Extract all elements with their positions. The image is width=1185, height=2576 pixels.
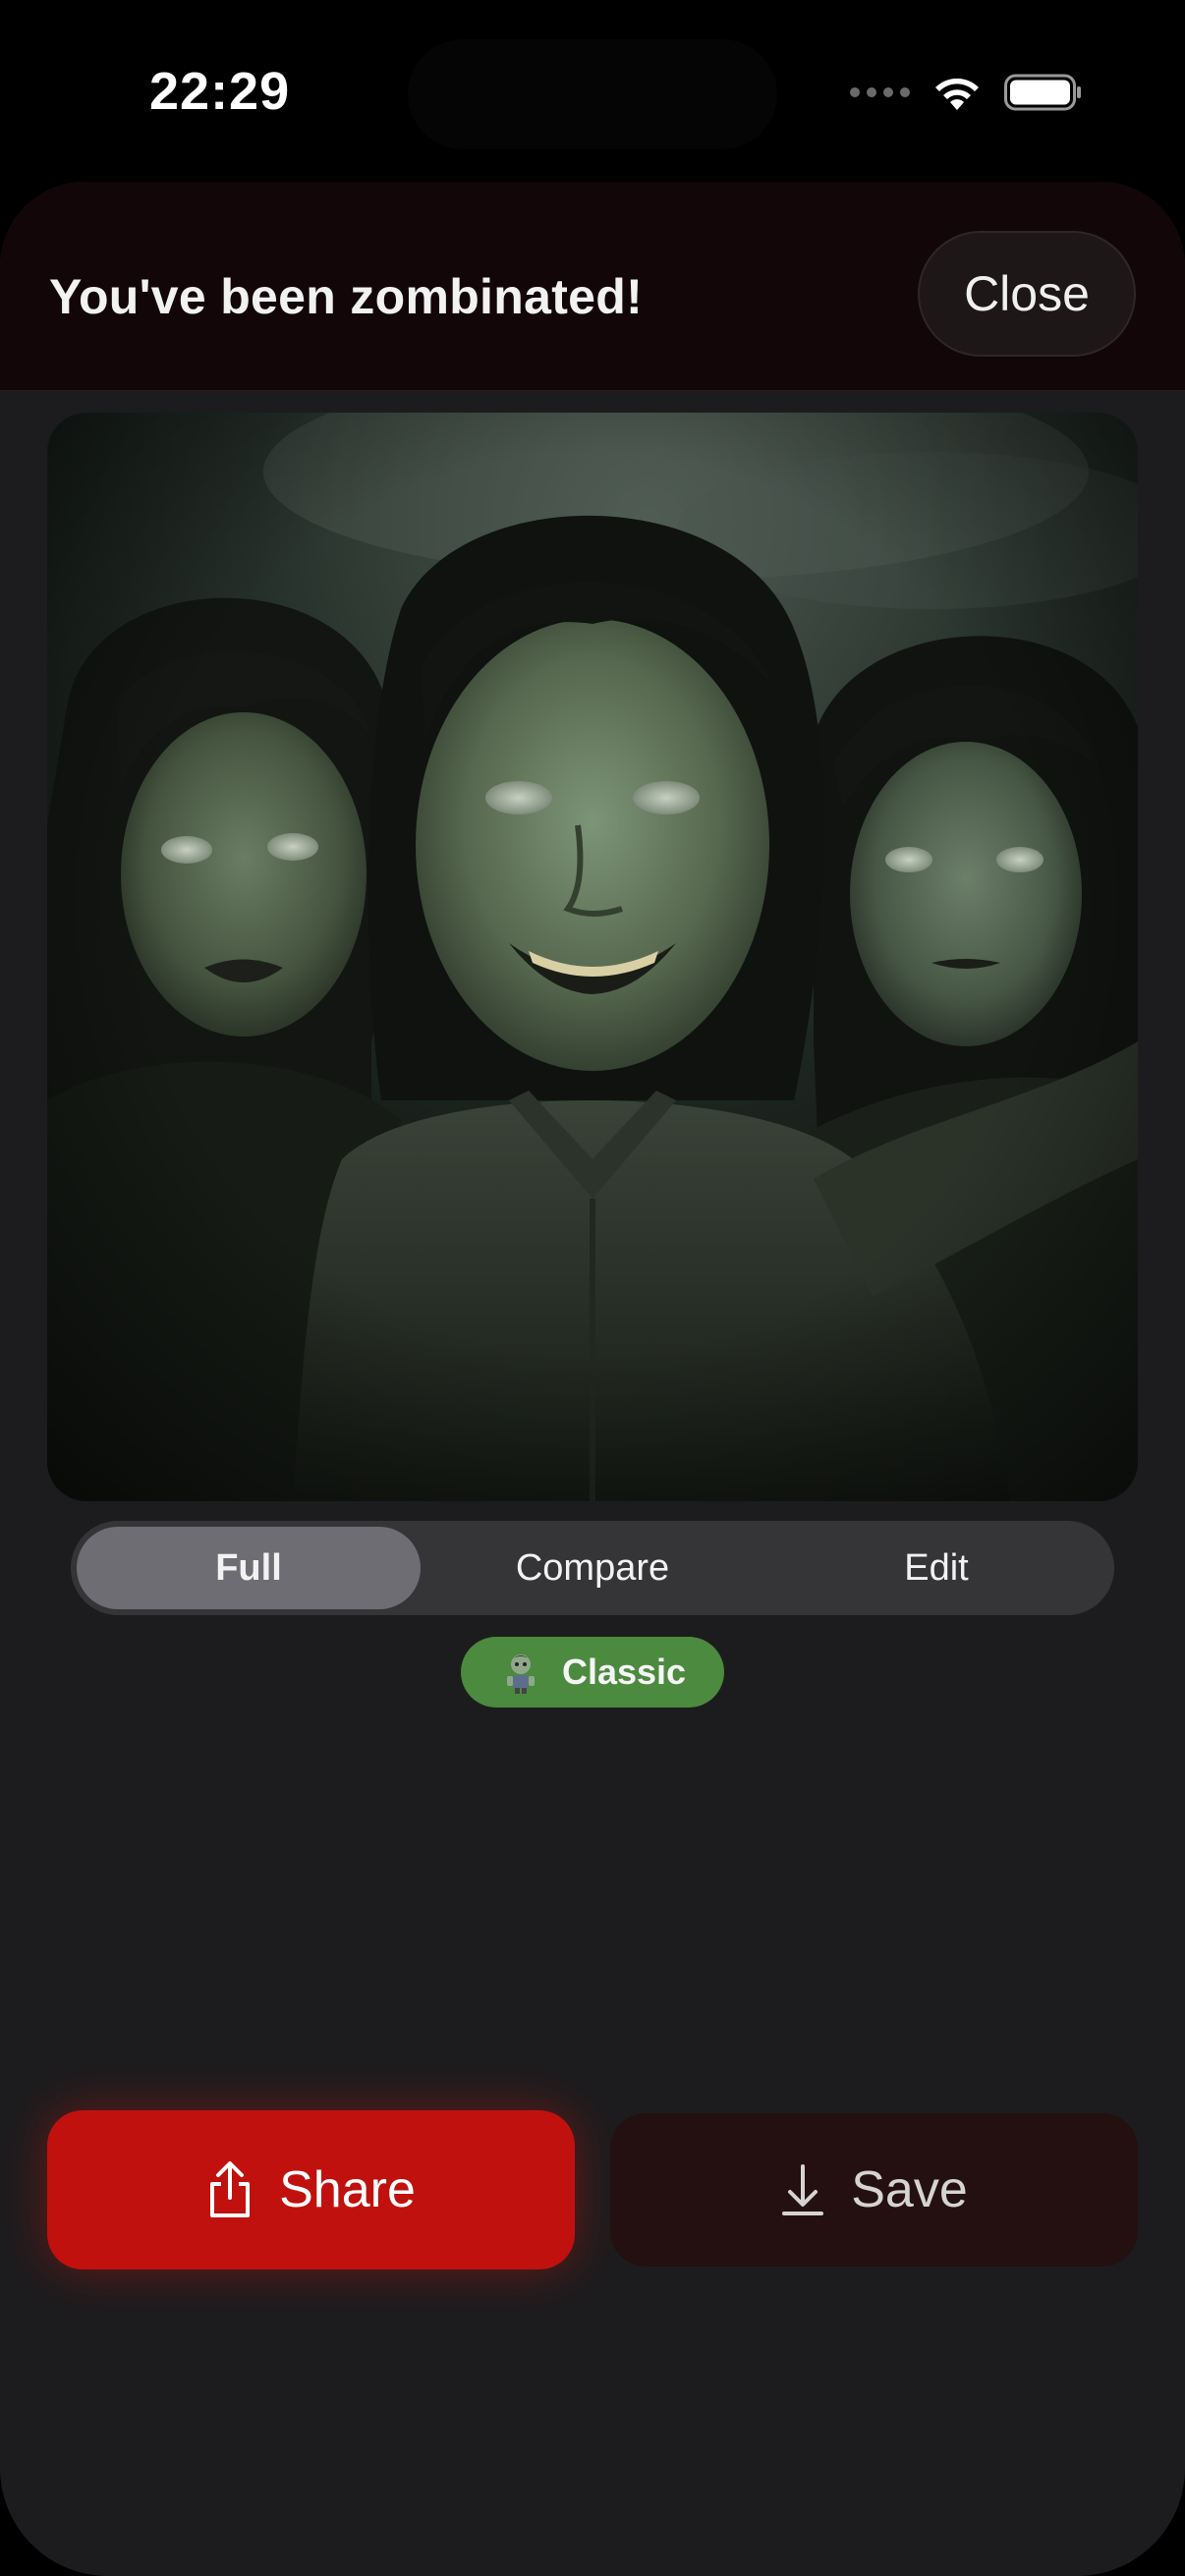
page-title: You've been zombinated! <box>49 269 644 324</box>
tab-full[interactable]: Full <box>77 1527 421 1609</box>
style-label: Classic <box>561 1652 687 1692</box>
cellular-signal-icon <box>850 87 910 97</box>
zombie-icon <box>499 1651 542 1694</box>
close-button[interactable]: Close <box>918 231 1136 357</box>
sheet-header: You've been zombinated! Close <box>0 182 1185 391</box>
share-label: Share <box>279 2161 416 2218</box>
zombie-result-image[interactable] <box>47 413 1138 1501</box>
status-indicators <box>850 73 1083 112</box>
status-bar: 22:29 <box>0 0 1185 182</box>
share-button[interactable]: Share <box>47 2110 575 2269</box>
save-label: Save <box>851 2161 968 2218</box>
style-badge: Classic <box>461 1637 724 1708</box>
share-icon <box>206 2160 254 2219</box>
download-icon <box>780 2162 825 2217</box>
dynamic-island <box>408 39 777 149</box>
tab-edit[interactable]: Edit <box>764 1527 1108 1609</box>
wifi-icon <box>931 73 983 112</box>
view-mode-segmented-control: Full Compare Edit <box>71 1521 1114 1615</box>
save-button[interactable]: Save <box>610 2113 1138 2267</box>
status-time: 22:29 <box>149 62 291 121</box>
tab-compare[interactable]: Compare <box>421 1527 764 1609</box>
battery-icon <box>1004 73 1083 112</box>
